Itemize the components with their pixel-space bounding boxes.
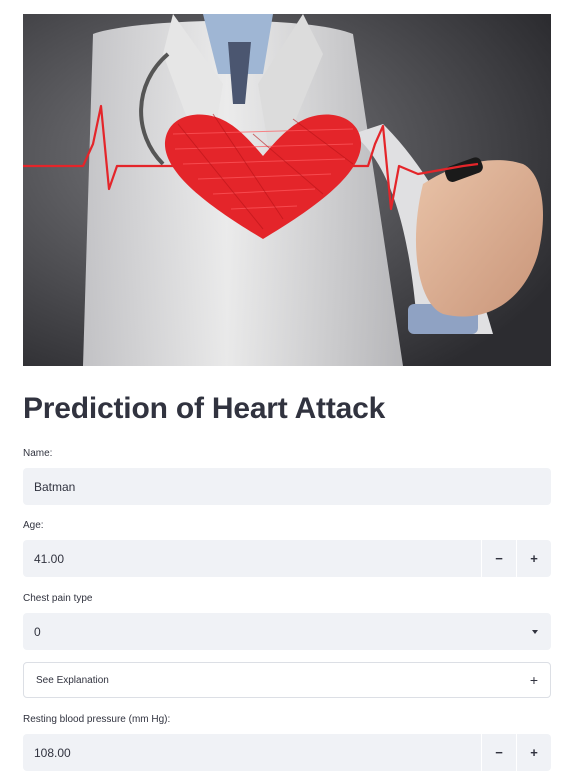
name-input-value: Batman xyxy=(34,479,76,494)
resting-bp-increment-button[interactable]: + xyxy=(516,734,551,771)
chest-pain-select[interactable]: 0 xyxy=(23,613,551,650)
age-label: Age: xyxy=(23,520,44,531)
name-input[interactable]: Batman xyxy=(23,468,551,505)
resting-bp-label: Resting blood pressure (mm Hg): xyxy=(23,714,171,725)
page-title: Prediction of Heart Attack xyxy=(23,392,386,425)
age-increment-button[interactable]: + xyxy=(516,540,551,577)
resting-bp-input[interactable]: 108.00 xyxy=(23,734,481,771)
chest-pain-selected-value: 0 xyxy=(34,624,41,639)
hero-image xyxy=(23,14,551,366)
plus-icon: + xyxy=(529,672,538,688)
heart-ecg-illustration xyxy=(23,14,551,366)
chevron-down-icon xyxy=(532,629,538,634)
resting-bp-number-input: 108.00 − + xyxy=(23,734,551,771)
see-explanation-expander[interactable]: See Explanation + xyxy=(23,662,551,698)
app-page: Prediction of Heart Attack Name: Batman … xyxy=(0,0,565,784)
age-input-value: 41.00 xyxy=(34,551,65,566)
resting-bp-decrement-button[interactable]: − xyxy=(481,734,516,771)
chest-pain-label: Chest pain type xyxy=(23,593,93,604)
age-input[interactable]: 41.00 xyxy=(23,540,481,577)
age-number-input: 41.00 − + xyxy=(23,540,551,577)
name-label: Name: xyxy=(23,448,53,459)
age-decrement-button[interactable]: − xyxy=(481,540,516,577)
see-explanation-label: See Explanation xyxy=(36,674,109,686)
resting-bp-input-value: 108.00 xyxy=(34,745,71,760)
